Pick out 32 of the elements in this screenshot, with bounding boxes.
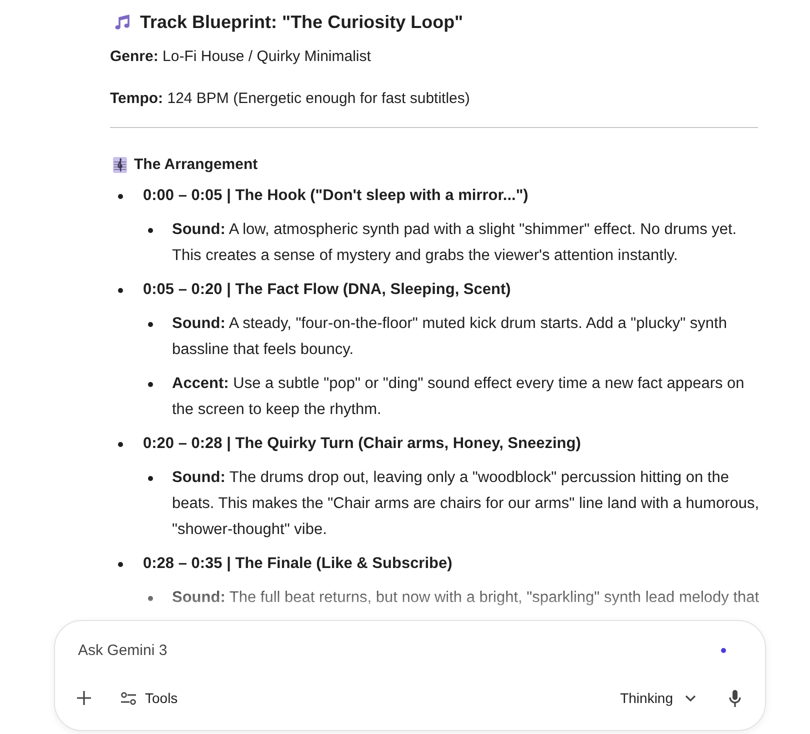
- bullet-text: Sound: The drums drop out, leaving only a "woodblock" percussion hitting on the beats. This makes the "Chair arms are chairs for our arms" line land with a humorous, "shower-thought" vibe.: [172, 468, 760, 540]
- chevron-down-icon: [685, 694, 696, 702]
- bullet-text: Sound: A steady, "four-on-the-floor" muted kick drum starts. Add a "plucky" synth bassline that feels bouncy.: [172, 314, 728, 360]
- bullet-icon: [148, 228, 153, 232]
- bullet-icon: [148, 382, 153, 386]
- microphone-icon: [729, 690, 741, 706]
- response-title: Track Blueprint: "The Curiosity Loop": [140, 11, 464, 34]
- mode-dropdown[interactable]: Thinking: [608, 678, 708, 718]
- bullet-icon: [118, 288, 123, 292]
- detail-text: Genre: Lo-Fi House / Quirky Minimalist: [110, 47, 372, 67]
- section-item-heading: 0:20 – 0:28 | The Quirky Turn (Chair arms, Honey, Sneezing): [143, 434, 582, 454]
- section-item-heading: 0:28 – 0:35 | The Finale (Like & Subscribe): [143, 554, 454, 574]
- bullet-icon: [118, 194, 123, 198]
- sliders-icon: [121, 692, 136, 704]
- bullet-text: Accent: Use a subtle "pop" or "ding" sound effect every time a new fact appears on the screen to keep the rhythm.: [172, 374, 746, 420]
- prompt-input[interactable]: Ask Gemini 3: [78, 637, 709, 663]
- section-heading: The Arrangement: [134, 155, 258, 175]
- bullet-icon: [118, 442, 123, 446]
- section-item-heading: 0:00 – 0:05 | The Hook ("Don't sleep with a mirror..."): [143, 186, 530, 206]
- music-score-icon: [113, 157, 127, 173]
- bullet-icon: [148, 476, 153, 480]
- bullet-text: Sound: A low, atmospheric synth pad with a slight "shimmer" effect. No drums yet. This creates a sense of mystery and grabs the viewer's attention instantly.: [172, 220, 738, 266]
- music-note-icon: [113, 13, 131, 31]
- section-item-heading: 0:05 – 0:20 | The Fact Flow (DNA, Sleeping, Scent): [143, 280, 512, 300]
- dot-icon: [721, 648, 726, 652]
- bullet-icon: [148, 596, 153, 600]
- tools-button[interactable]: Tools: [110, 678, 190, 718]
- plus-icon: [77, 691, 91, 705]
- bullet-icon: [118, 562, 123, 566]
- bullet-icon: [148, 322, 153, 326]
- detail-text: Tempo: 124 BPM (Energetic enough for fast subtitles): [110, 89, 471, 109]
- bullet-text: Sound: The full beat returns, but now with a bright, "sparkling" synth lead melody that: [172, 588, 760, 608]
